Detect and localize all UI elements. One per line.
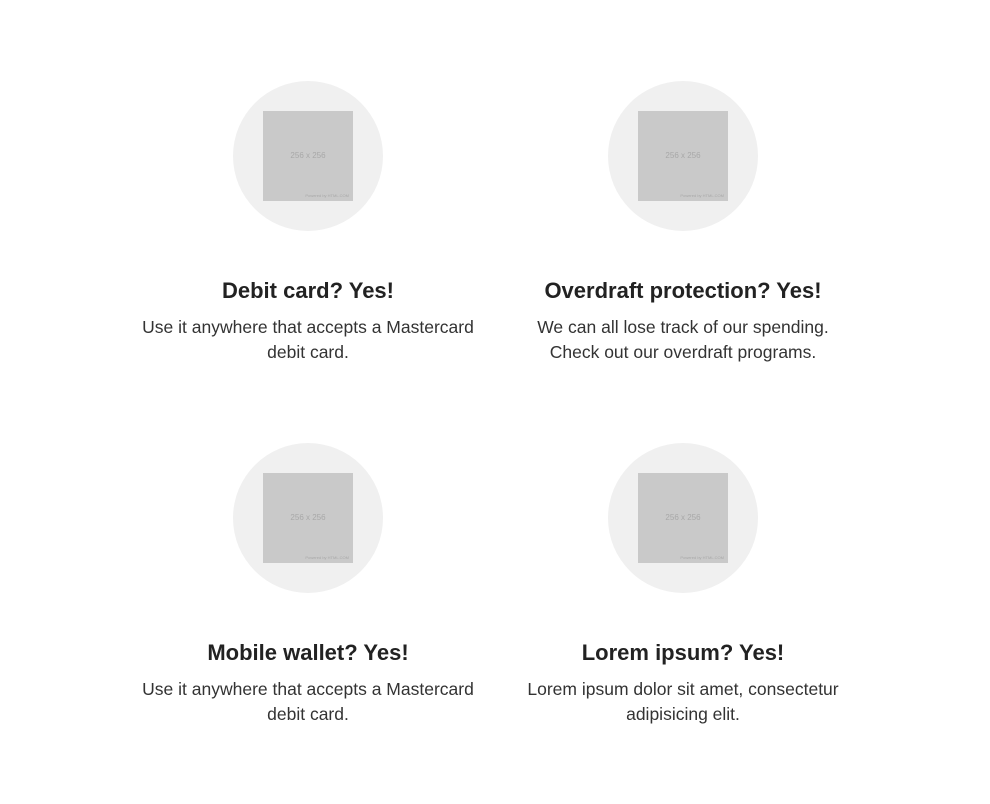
feature-lorem-ipsum: 256 x 256 Powered by HTML.COM Lorem ipsu… [503,443,863,727]
feature-debit-card: 256 x 256 Powered by HTML.COM Debit card… [128,81,488,365]
feature-icon-circle: 256 x 256 Powered by HTML.COM [608,81,758,231]
placeholder-size-label: 256 x 256 [665,513,701,522]
feature-icon-circle: 256 x 256 Powered by HTML.COM [233,81,383,231]
feature-icon-circle: 256 x 256 Powered by HTML.COM [608,443,758,593]
feature-title: Mobile wallet? Yes! [207,640,409,665]
feature-mobile-wallet: 256 x 256 Powered by HTML.COM Mobile wal… [128,443,488,727]
image-placeholder-icon: 256 x 256 Powered by HTML.COM [638,473,728,563]
feature-icon-circle: 256 x 256 Powered by HTML.COM [233,443,383,593]
feature-title: Lorem ipsum? Yes! [581,640,785,665]
feature-description: Use it anywhere that accepts a Mastercar… [142,317,474,362]
feature-description: Lorem ipsum dolor sit amet, consectetur … [527,679,839,724]
placeholder-size-label: 256 x 256 [290,151,326,160]
placeholder-credit: Powered by HTML.COM [680,193,724,198]
placeholder-credit: Powered by HTML.COM [305,193,349,198]
feature-description: We can all lose track of our spending. C… [537,317,829,362]
feature-overdraft-protection: 256 x 256 Powered by HTML.COM Overdraft … [503,81,863,365]
feature-grid: 256 x 256 Powered by HTML.COM Debit card… [0,0,990,804]
placeholder-size-label: 256 x 256 [665,151,701,160]
placeholder-size-label: 256 x 256 [290,513,326,522]
placeholder-credit: Powered by HTML.COM [305,555,349,560]
placeholder-credit: Powered by HTML.COM [680,555,724,560]
feature-description: Use it anywhere that accepts a Mastercar… [142,679,474,724]
feature-title: Overdraft protection? Yes! [544,278,822,303]
image-placeholder-icon: 256 x 256 Powered by HTML.COM [263,111,353,201]
feature-title: Debit card? Yes! [222,278,394,303]
image-placeholder-icon: 256 x 256 Powered by HTML.COM [263,473,353,563]
image-placeholder-icon: 256 x 256 Powered by HTML.COM [638,111,728,201]
